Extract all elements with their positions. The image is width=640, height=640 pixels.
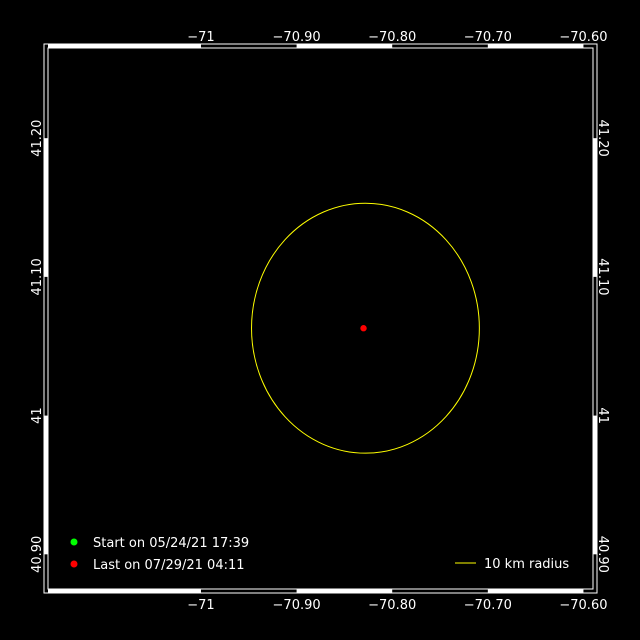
last-legend-marker — [70, 560, 78, 568]
bottom-lon-tick-label: −70.90 — [273, 598, 321, 613]
top-lon-tick-label: −70.70 — [464, 30, 512, 45]
last-legend-label: Last on 07/29/21 04:11 — [93, 558, 245, 573]
bottom-frame-band — [48, 589, 201, 593]
right-lat-tick-label: 41.20 — [595, 120, 610, 157]
bottom-lon-tick-label: −70.80 — [368, 598, 416, 613]
left-lat-tick-label: 41.20 — [30, 120, 45, 157]
bottom-lon-tick-label: −70.70 — [464, 598, 512, 613]
right-lat-tick-label: 41.10 — [595, 258, 610, 295]
start-legend-label: Start on 05/24/21 17:39 — [93, 536, 249, 551]
bottom-frame-band — [296, 589, 393, 593]
right-lat-tick-label: 41 — [595, 407, 610, 424]
left-lat-tick-label: 41.10 — [30, 258, 45, 295]
top-lon-tick-label: −70.90 — [273, 30, 321, 45]
left-frame-band — [44, 138, 48, 277]
last-position-marker[interactable] — [360, 325, 367, 332]
start-legend-marker — [70, 538, 78, 546]
right-frame-band — [593, 415, 597, 555]
right-frame-band — [593, 138, 597, 277]
bottom-frame-band — [487, 589, 584, 593]
map-canvas: −71 −70.90 −70.80 −70.70 −70.60 −71 −70.90 −70… — [0, 0, 640, 640]
left-frame-band — [44, 415, 48, 555]
top-lon-tick-label: −71 — [187, 30, 214, 45]
top-frame-band — [48, 44, 201, 48]
left-lat-tick-label: 40.90 — [30, 536, 45, 573]
top-lon-tick-label: −70.60 — [559, 30, 607, 45]
left-lat-tick-label: 41 — [30, 407, 45, 424]
top-lon-tick-label: −70.80 — [368, 30, 416, 45]
right-lat-tick-label: 40.90 — [595, 536, 610, 573]
bottom-lon-tick-label: −70.60 — [559, 598, 607, 613]
radius-legend-label: 10 km radius — [484, 557, 569, 572]
bottom-lon-tick-label: −71 — [187, 598, 214, 613]
